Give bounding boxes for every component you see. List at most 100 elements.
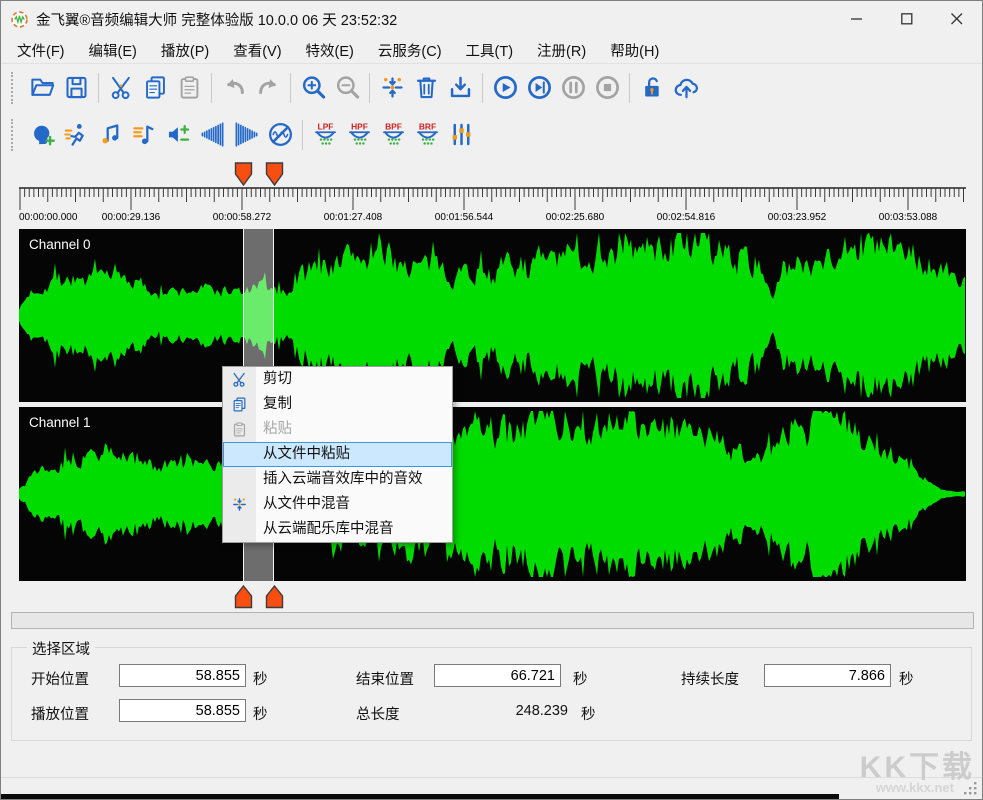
volume-button[interactable]	[161, 118, 195, 152]
copy-icon	[231, 396, 248, 413]
import-icon	[447, 74, 474, 101]
play-button[interactable]	[488, 71, 522, 105]
voice-new-icon	[29, 121, 56, 148]
end-position-unit: 秒	[573, 668, 588, 689]
note-eq-button[interactable]	[127, 118, 161, 152]
close-button[interactable]	[932, 1, 982, 37]
redo-button[interactable]	[251, 71, 285, 105]
cut-button[interactable]	[104, 71, 138, 105]
duration-input[interactable]	[764, 664, 891, 687]
volume-icon	[165, 121, 192, 148]
fade-in-button[interactable]	[195, 118, 229, 152]
context-item-label: 从文件中混音	[263, 496, 350, 512]
svg-text:00:01:56.544: 00:01:56.544	[435, 212, 494, 223]
svg-text:HPF: HPF	[351, 121, 368, 131]
horizontal-scrollbar[interactable]	[11, 612, 974, 629]
menu-view[interactable]: 查看(V)	[221, 37, 293, 64]
undo-button[interactable]	[217, 71, 251, 105]
pause-button[interactable]	[556, 71, 590, 105]
open-folder-button[interactable]	[25, 71, 59, 105]
selection-end-marker-top[interactable]	[265, 162, 284, 186]
svg-text:00:01:27.408: 00:01:27.408	[324, 212, 383, 223]
menu-play[interactable]: 播放(P)	[149, 37, 221, 64]
selection-group-box	[11, 647, 972, 741]
fade-out-button[interactable]	[229, 118, 263, 152]
filter-bpf-icon: BPF	[380, 121, 407, 148]
denoise-button[interactable]	[263, 118, 297, 152]
start-position-unit: 秒	[253, 668, 268, 689]
lock-open-button[interactable]	[635, 71, 669, 105]
mix-insert-icon	[379, 74, 406, 101]
filter-brf-button[interactable]: BRF	[410, 118, 444, 152]
start-position-input[interactable]	[119, 664, 246, 687]
timeline-ruler[interactable]: 00:00:00.00000:00:29.13600:00:58.27200:0…	[19, 187, 966, 229]
denoise-icon	[267, 121, 294, 148]
stop-icon	[594, 74, 621, 101]
end-position-input[interactable]	[434, 664, 561, 687]
window-title: 金飞翼®音频编辑大师 完整体验版 10.0.0 06 天 23:52:32	[36, 9, 397, 30]
play-position-unit: 秒	[253, 703, 268, 724]
menu-file[interactable]: 文件(F)	[5, 37, 77, 64]
import-button[interactable]	[443, 71, 477, 105]
filter-hpf-button[interactable]: HPF	[342, 118, 376, 152]
selection-start-marker-top[interactable]	[234, 162, 253, 186]
copy-icon	[142, 74, 169, 101]
waveform-channel-1[interactable]: Channel 1	[19, 407, 966, 581]
mixer-button[interactable]	[444, 118, 478, 152]
duration-label: 持续长度	[681, 668, 739, 689]
voice-new-button[interactable]	[25, 118, 59, 152]
menu-cloud[interactable]: 云服务(C)	[366, 37, 454, 64]
stop-button[interactable]	[590, 71, 624, 105]
menu-help[interactable]: 帮助(H)	[598, 37, 671, 64]
svg-text:00:03:23.952: 00:03:23.952	[768, 212, 827, 223]
channel-1-label: Channel 1	[29, 415, 91, 430]
selection-start-marker-bottom[interactable]	[234, 585, 253, 609]
minimize-button[interactable]	[832, 1, 882, 37]
context-item-1[interactable]: 剪切	[223, 367, 452, 392]
menu-edit[interactable]: 编辑(E)	[77, 37, 149, 64]
zoom-in-button[interactable]	[296, 71, 330, 105]
svg-text:LPF: LPF	[317, 121, 333, 131]
duration-unit: 秒	[899, 668, 914, 689]
menu-tools[interactable]: 工具(T)	[454, 37, 526, 64]
paste-button[interactable]	[172, 71, 206, 105]
note-eq-icon	[131, 121, 158, 148]
menu-effects[interactable]: 特效(E)	[294, 37, 366, 64]
waveform-channel-0[interactable]: Channel 0	[19, 229, 966, 402]
filter-hpf-icon: HPF	[346, 121, 373, 148]
context-item-6[interactable]: 从文件中混音	[223, 492, 452, 517]
menu-register[interactable]: 注册(R)	[525, 37, 598, 64]
context-item-2[interactable]: 复制	[223, 392, 452, 417]
context-item-label: 插入云端音效库中的音效	[263, 471, 423, 487]
pitch-button[interactable]	[93, 118, 127, 152]
open-folder-icon	[29, 74, 56, 101]
delete-icon	[413, 74, 440, 101]
mix-insert-button[interactable]	[375, 71, 409, 105]
tempo-button[interactable]	[59, 118, 93, 152]
title-bar: 金飞翼®音频编辑大师 完整体验版 10.0.0 06 天 23:52:32	[1, 1, 982, 37]
zoom-out-button[interactable]	[330, 71, 364, 105]
filter-bpf-button[interactable]: BPF	[376, 118, 410, 152]
toolbar-separator	[302, 120, 303, 150]
filter-lpf-button[interactable]: LPF	[308, 118, 342, 152]
context-item-7[interactable]: 从云端配乐库中混音	[223, 517, 452, 542]
delete-button[interactable]	[409, 71, 443, 105]
toolbar-separator	[482, 73, 483, 103]
context-item-label: 从文件中粘贴	[263, 446, 350, 462]
total-length-label: 总长度	[356, 703, 400, 724]
channel-0-label: Channel 0	[29, 237, 91, 252]
copy-button[interactable]	[138, 71, 172, 105]
play-position-input[interactable]	[119, 699, 246, 722]
context-item-3[interactable]: 粘贴	[223, 417, 452, 442]
cloud-upload-button[interactable]	[669, 71, 703, 105]
save-button[interactable]	[59, 71, 93, 105]
fade-in-icon	[199, 121, 226, 148]
context-menu: 剪切复制粘贴从文件中粘贴插入云端音效库中的音效从文件中混音从云端配乐库中混音	[222, 366, 453, 543]
play-marker-button[interactable]	[522, 71, 556, 105]
toolbar-separator	[629, 73, 630, 103]
selection-end-marker-bottom[interactable]	[265, 585, 284, 609]
filter-lpf-icon: LPF	[312, 121, 339, 148]
context-item-4[interactable]: 从文件中粘贴	[223, 442, 452, 467]
maximize-button[interactable]	[882, 1, 932, 37]
context-item-5[interactable]: 插入云端音效库中的音效	[223, 467, 452, 492]
